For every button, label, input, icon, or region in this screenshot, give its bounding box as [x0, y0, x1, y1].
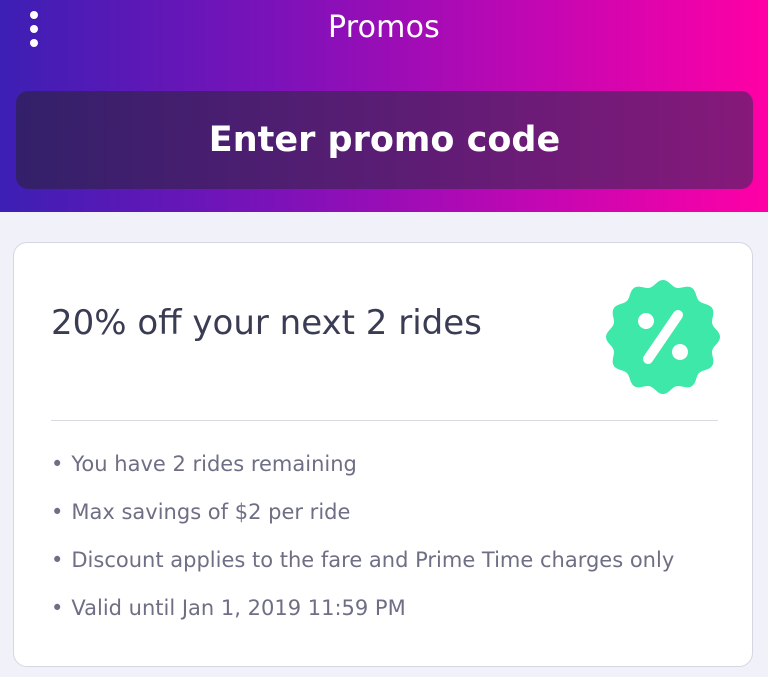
- bullet: •: [51, 548, 64, 572]
- detail-text: You have 2 rides remaining: [71, 452, 357, 476]
- bullet: •: [51, 452, 64, 476]
- percent-dot-bottom: [672, 344, 688, 360]
- detail-text: Valid until Jan 1, 2019 11:59 PM: [71, 596, 406, 620]
- page-title: Promos: [327, 10, 440, 45]
- promo-card[interactable]: 20% off your next 2 rides • You have 2 ri…: [13, 242, 753, 667]
- bullet: •: [51, 596, 64, 620]
- bullet: •: [51, 500, 64, 524]
- promo-detail-discount-applies: • Discount applies to the fare and Prime …: [51, 545, 674, 575]
- divider: [51, 420, 718, 421]
- detail-text: Discount applies to the fare and Prime T…: [71, 548, 675, 572]
- detail-text: Max savings of $2 per ride: [71, 500, 351, 524]
- promo-detail-valid-until: • Valid until Jan 1, 2019 11:59 PM: [51, 593, 406, 623]
- percent-dot-top: [638, 313, 654, 329]
- percent-badge-icon: [606, 280, 720, 394]
- enter-promo-code-button[interactable]: Enter promo code: [16, 91, 753, 189]
- promo-detail-max-savings: • Max savings of $2 per ride: [51, 497, 350, 527]
- promo-title: 20% off your next 2 rides: [51, 303, 482, 343]
- header: Promos Enter promo code: [0, 0, 768, 212]
- promo-detail-rides-remaining: • You have 2 rides remaining: [51, 449, 357, 479]
